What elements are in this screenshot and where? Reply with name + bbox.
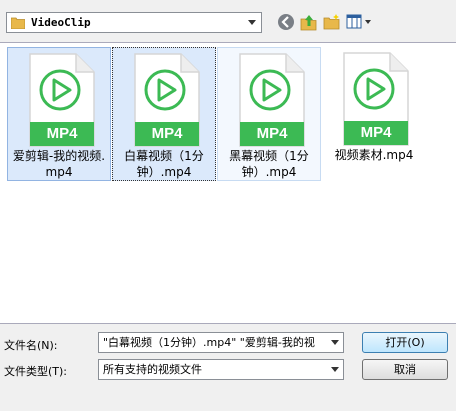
file-badge: MP4 bbox=[151, 125, 183, 142]
file-name: 爱剪辑-我的视频.mp4 bbox=[12, 149, 106, 179]
toolbar: VideoClip bbox=[0, 0, 456, 42]
file-badge: MP4 bbox=[46, 125, 78, 142]
filetype-select[interactable]: 所有支持的视频文件 bbox=[98, 359, 344, 380]
path-text: VideoClip bbox=[31, 16, 91, 29]
file-name: 黑幕视频（1分钟）.mp4 bbox=[229, 149, 309, 179]
file-item[interactable]: MP4 爱剪辑-我的视频.mp4 bbox=[7, 47, 111, 181]
file-item[interactable]: MP4 视频素材.mp4 bbox=[322, 47, 426, 181]
filename-label: 文件名(N): bbox=[4, 339, 58, 352]
file-name: 白幕视频（1分钟）.mp4 bbox=[124, 149, 204, 179]
chevron-down-icon[interactable] bbox=[327, 360, 343, 379]
back-icon[interactable] bbox=[277, 13, 295, 31]
view-menu-icon[interactable] bbox=[346, 13, 376, 31]
folder-icon bbox=[11, 17, 25, 29]
file-item[interactable]: MP4 黑幕视频（1分钟）.mp4 bbox=[217, 47, 321, 181]
cancel-button[interactable]: 取消 bbox=[362, 359, 448, 380]
filename-combobox[interactable]: "白幕视频（1分钟）.mp4" "爱剪辑-我的视 bbox=[98, 332, 344, 353]
filename-value[interactable]: "白幕视频（1分钟）.mp4" "爱剪辑-我的视 bbox=[103, 336, 315, 349]
chevron-down-icon[interactable] bbox=[327, 333, 343, 352]
up-folder-icon[interactable] bbox=[300, 13, 318, 31]
path-combobox[interactable]: VideoClip bbox=[6, 12, 262, 33]
chevron-down-icon[interactable] bbox=[244, 14, 260, 31]
file-badge: MP4 bbox=[360, 124, 392, 141]
filetype-label: 文件类型(T): bbox=[4, 365, 68, 378]
file-list[interactable]: MP4 爱剪辑-我的视频.mp4 MP4 白幕视频（1分钟）.mp4 MP4 黑… bbox=[0, 42, 456, 324]
filetype-value: 所有支持的视频文件 bbox=[103, 363, 202, 376]
file-badge: MP4 bbox=[256, 125, 288, 142]
file-item[interactable]: MP4 白幕视频（1分钟）.mp4 bbox=[112, 47, 216, 181]
open-button[interactable]: 打开(O) bbox=[362, 332, 448, 353]
file-name: 视频素材.mp4 bbox=[334, 148, 414, 162]
new-folder-icon[interactable] bbox=[323, 13, 341, 31]
